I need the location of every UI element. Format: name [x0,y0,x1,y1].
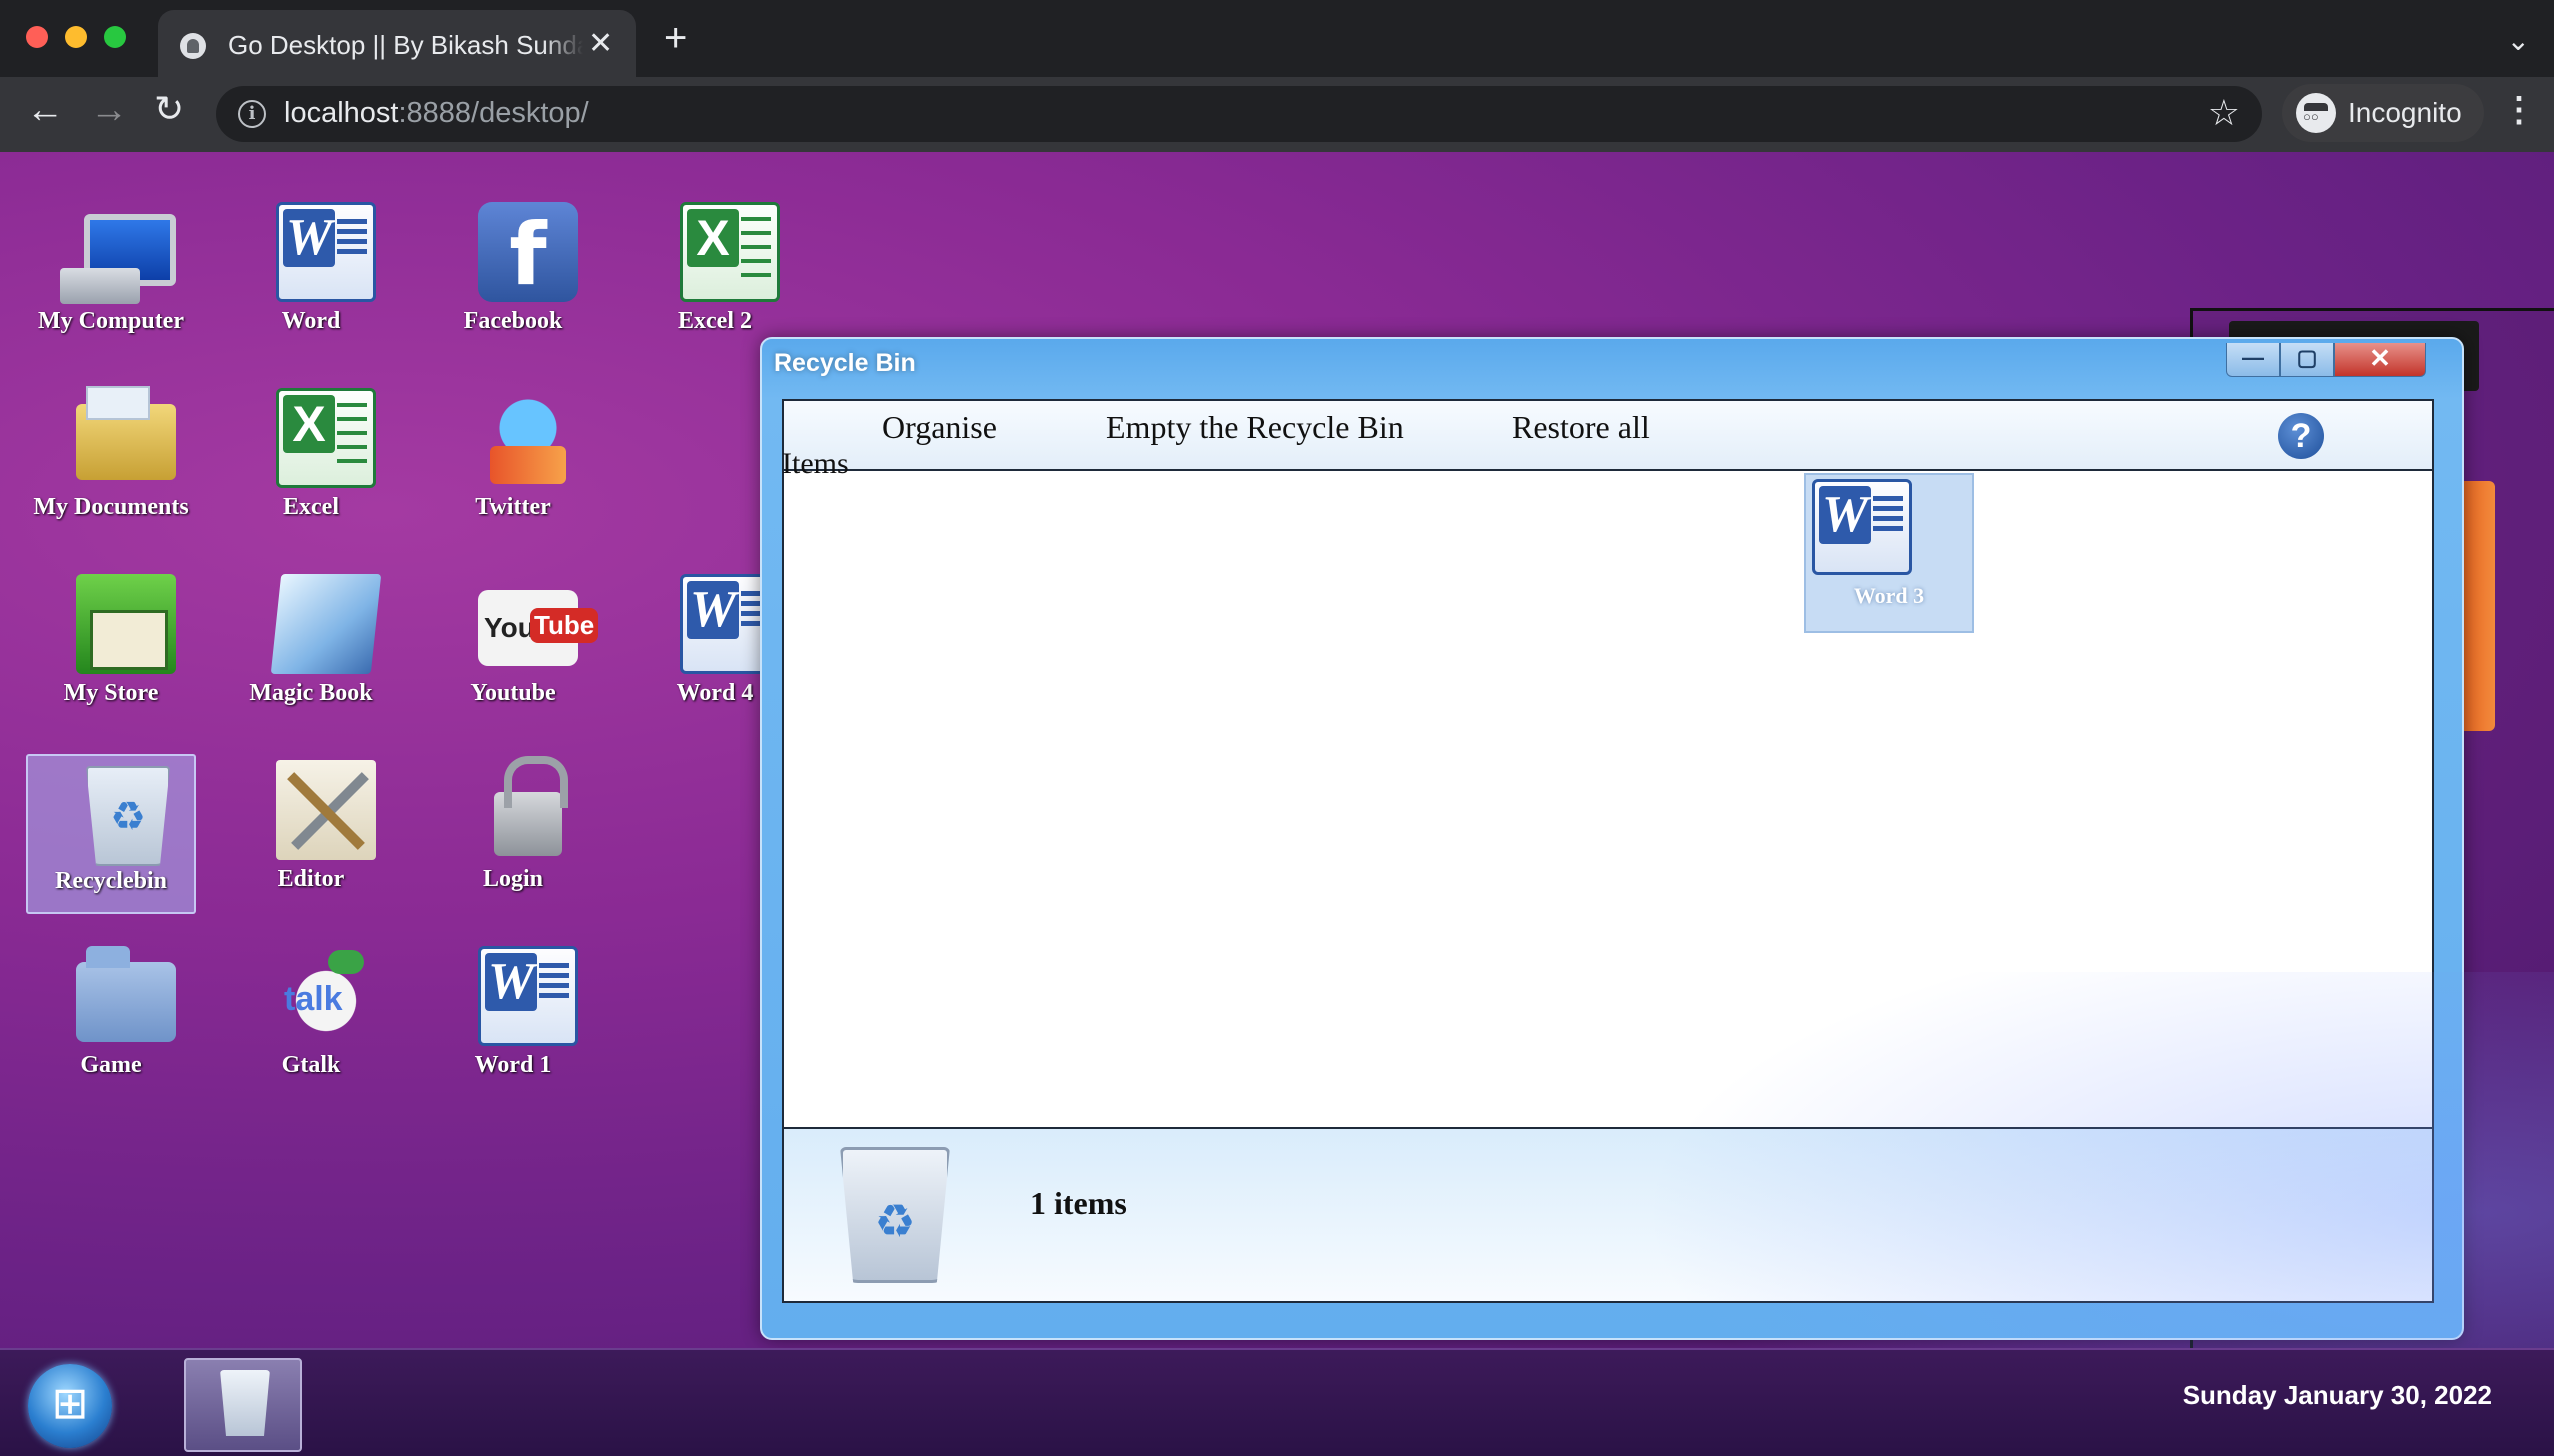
desktop-icon-facebook[interactable]: f Facebook [428,192,598,352]
excel-icon [680,202,780,302]
items-label: Items [782,447,849,480]
window-content: Organise Empty the Recycle Bin Restore a… [782,399,2434,1303]
desktop-icon-excel-2[interactable]: Excel 2 [630,192,800,352]
reload-icon[interactable]: ↻ [154,91,184,127]
desktop-icon-my-store[interactable]: My Store [26,564,196,724]
favicon-icon [180,33,206,59]
twitter-icon [478,388,578,488]
excel-icon [276,388,376,488]
close-button[interactable]: ✕ [2334,343,2426,377]
desktop-icon-youtube[interactable]: You tube [428,564,599,724]
taskbar-clock: Sunday January 30, 2022 [2182,1380,2492,1410]
desktop-icon-login[interactable]: Login [428,750,598,910]
word-icon [1812,479,1912,575]
word-icon [276,202,376,302]
recycled-file-word-3[interactable]: Word 3 [1804,473,1974,633]
recycle-bin-icon [220,1370,270,1436]
maximize-button[interactable]: ▢ [2280,343,2334,377]
status-bar: 1 items [784,1127,2432,1301]
recycle-bin-window[interactable]: Recycle Bin — ▢ ✕ Organise Empty the Rec… [760,337,2464,1340]
incognito-icon [2296,93,2336,133]
browser-toolbar: ← → ↻ i localhost:8888/desktop/ ☆ Incogn… [0,77,2554,152]
start-orb-button[interactable] [28,1364,112,1448]
tab-search-chevron-icon[interactable]: ⌄ [2507,24,2530,57]
item-count: 1 items [1030,1185,1127,1221]
address-bar[interactable]: i localhost:8888/desktop/ ☆ [216,86,2262,142]
notepad-icon [270,574,382,674]
desktop[interactable]: My Computer My Documents My Store Recycl… [0,152,2554,1348]
browser-menu-kebab-icon[interactable]: ⋮ [2502,93,2536,127]
taskbar-item-recycle-bin[interactable] [184,1358,302,1452]
help-icon[interactable]: ? [2278,413,2324,459]
desktop-icon-editor[interactable]: Editor [226,750,396,910]
youtube-icon [478,590,599,666]
restore-all-button[interactable]: Restore all [1512,409,1650,446]
close-window-dot[interactable] [26,26,48,48]
incognito-badge[interactable]: Incognito [2282,84,2484,142]
taskbar: Sunday January 30, 2022 [0,1348,2554,1456]
bookmark-star-icon[interactable]: ☆ [2208,92,2240,134]
desktop-icon-my-documents[interactable]: My Documents [26,378,196,538]
tab-title: Go Desktop || By Bikash Sundaray [228,30,583,61]
computer-icon [60,214,176,304]
word-icon [478,946,578,1046]
facebook-icon: f [478,202,578,305]
browser-tab[interactable]: Go Desktop || By Bikash Sundaray ✕ [158,10,636,77]
lock-icon [494,756,568,856]
desktop-icon-game[interactable]: Game [26,936,196,1096]
recycle-bin-icon [86,766,170,866]
url-text[interactable]: localhost:8888/desktop/ [284,97,589,130]
zoom-window-dot[interactable] [104,26,126,48]
empty-recycle-bin-button[interactable]: Empty the Recycle Bin [1106,409,1404,446]
browser-tab-strip: Go Desktop || By Bikash Sundaray ✕ + ⌄ [0,0,2554,77]
minimize-window-dot[interactable] [65,26,87,48]
forward-arrow-icon[interactable]: → [90,91,128,129]
recycle-bin-large-icon [840,1147,950,1283]
game-folder-icon [76,946,176,1042]
desktop-icon-my-computer[interactable]: My Computer [26,192,196,352]
desktop-icon-twitter[interactable]: Twitter [428,378,598,538]
tools-icon [276,760,376,860]
window-title[interactable]: Recycle Bin [774,349,916,378]
new-tab-plus-icon[interactable]: + [664,18,687,58]
store-icon [76,574,176,674]
desktop-icon-excel[interactable]: Excel [226,378,396,538]
tab-close-icon[interactable]: ✕ [588,26,613,61]
minimize-button[interactable]: — [2226,343,2280,377]
desktop-icon-word-1[interactable]: Word 1 [428,936,598,1096]
command-bar: Organise Empty the Recycle Bin Restore a… [784,401,2432,471]
organise-button[interactable]: Organise [882,409,997,446]
desktop-icon-gtalk[interactable]: Gtalk [226,936,396,1096]
site-info-icon[interactable]: i [238,100,266,128]
desktop-icon-magic-book[interactable]: Magic Book [226,564,396,724]
desktop-icon-recyclebin[interactable]: Recyclebin [26,754,196,914]
desktop-icon-word[interactable]: Word [226,192,396,352]
documents-folder-icon [76,386,176,480]
back-arrow-icon[interactable]: ← [26,91,64,129]
gtalk-icon [276,946,376,1046]
